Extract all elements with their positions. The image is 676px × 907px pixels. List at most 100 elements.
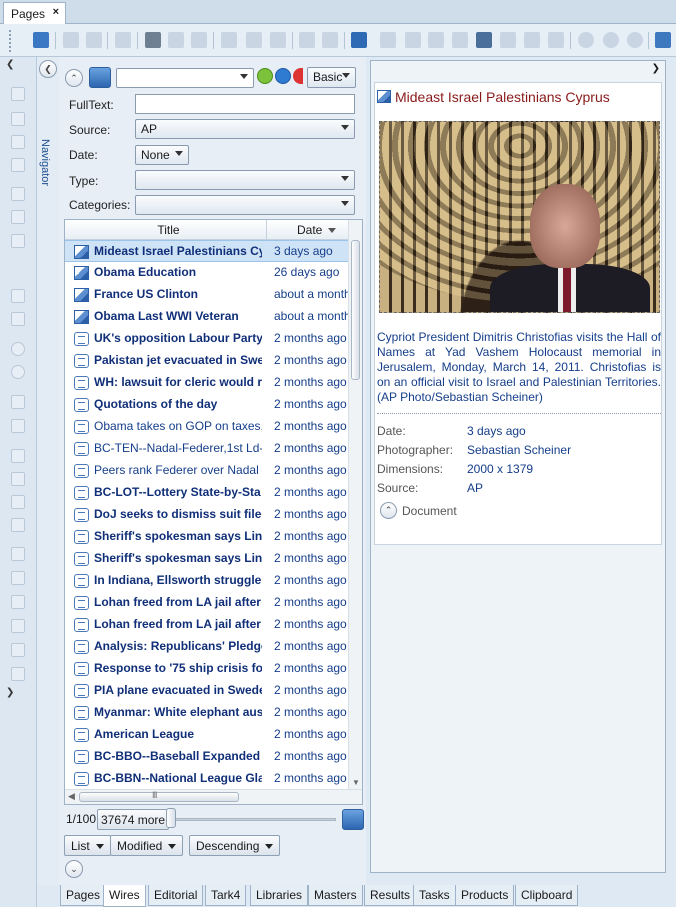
toolbar-grip[interactable]: [9, 30, 12, 52]
link-icon[interactable]: [11, 289, 25, 303]
table-row[interactable]: BC-TEN--Nadal-Federer,1st Ld-W 2 months a…: [65, 438, 349, 460]
word-icon[interactable]: [11, 495, 25, 509]
tab-tasks[interactable]: Tasks: [413, 885, 456, 906]
italic-a-icon[interactable]: [11, 472, 25, 486]
table-row[interactable]: WH: lawsuit for cleric would re 2 months …: [65, 372, 349, 394]
refresh-icon[interactable]: [428, 32, 444, 48]
sort-field-select[interactable]: Modified: [110, 835, 184, 856]
print-preview-icon[interactable]: [168, 32, 184, 48]
preview-photo[interactable]: [379, 121, 660, 313]
table-row[interactable]: Sheriff's spokesman says Linds 2 months a…: [65, 548, 349, 570]
publish-icon[interactable]: [603, 32, 619, 48]
tab-tark4[interactable]: Tark4: [205, 885, 247, 906]
clock-icon[interactable]: [578, 32, 594, 48]
navigator-label[interactable]: Navigator: [39, 139, 51, 186]
zoom-in-icon[interactable]: [11, 342, 25, 356]
scroll-down-icon[interactable]: ▼: [352, 778, 360, 787]
spellcheck-icon[interactable]: [191, 32, 207, 48]
tab-libraries[interactable]: Libraries: [250, 885, 309, 906]
layers-icon[interactable]: [11, 667, 25, 681]
table-row[interactable]: Obama Education 26 days ago: [65, 262, 349, 284]
table-row[interactable]: Pakistan jet evacuated in Swed 2 months a…: [65, 350, 349, 372]
binoculars-icon[interactable]: [380, 32, 396, 48]
table-row[interactable]: Mideast Israel Palestinians Cyprus 3 days…: [65, 240, 349, 262]
table-rows-icon[interactable]: [11, 571, 25, 585]
table-row[interactable]: France US Clinton about a month ago: [65, 284, 349, 306]
tab-clipboard[interactable]: Clipboard: [515, 885, 579, 906]
table-row[interactable]: PIA plane evacuated in Swede 2 months ago: [65, 680, 349, 702]
redo-icon[interactable]: [322, 32, 338, 48]
search-mode-select[interactable]: Basic: [307, 67, 356, 88]
table-row[interactable]: Myanmar: White elephant ausp 2 months ago: [65, 702, 349, 724]
refresh-search-icon[interactable]: [89, 67, 111, 88]
tab-results[interactable]: Results: [364, 885, 417, 906]
grid-icon[interactable]: [11, 619, 25, 633]
sort-order-select[interactable]: Descending: [189, 835, 281, 856]
table-row[interactable]: Obama Last WWI Veteran about a month ago: [65, 306, 349, 328]
table-row[interactable]: Analysis: Republicans' Pledge c 2 months …: [65, 636, 349, 658]
save-icon[interactable]: [63, 32, 79, 48]
type-select[interactable]: [135, 170, 355, 190]
check-icon[interactable]: [257, 68, 273, 84]
results-slider-thumb[interactable]: [166, 808, 176, 828]
expand-options-button[interactable]: ⌄: [65, 860, 83, 878]
close-icon[interactable]: ×: [53, 6, 59, 18]
vertical-line-icon[interactable]: [11, 419, 25, 433]
view-mode-select[interactable]: List: [64, 835, 111, 856]
chevron-right-icon[interactable]: ❯: [6, 687, 14, 698]
vertical-scroll-thumb[interactable]: [351, 240, 360, 380]
properties-icon[interactable]: [476, 32, 492, 48]
expand-document-icon[interactable]: ⌃: [380, 502, 397, 519]
table-row[interactable]: Response to '75 ship crisis focu 2 months…: [65, 658, 349, 680]
table-row[interactable]: Quotations of the day 2 months ago: [65, 394, 349, 416]
categories-select[interactable]: [135, 195, 355, 215]
print-icon[interactable]: [145, 32, 161, 48]
copy-icon[interactable]: [246, 32, 262, 48]
chevron-right-icon[interactable]: ❯: [652, 63, 660, 74]
delete-icon[interactable]: [115, 32, 131, 48]
table-icon[interactable]: [11, 547, 25, 561]
collapse-navigator-button[interactable]: ❮: [39, 60, 57, 78]
table-row[interactable]: DoJ seeks to dismiss suit filed 2 months …: [65, 504, 349, 526]
select-icon[interactable]: [11, 112, 25, 126]
horizontal-scrollbar[interactable]: ◀ III: [65, 789, 362, 804]
pointer-icon[interactable]: [11, 87, 25, 101]
table-row[interactable]: Sheriff's spokesman says Linds 2 months a…: [65, 526, 349, 548]
save-all-icon[interactable]: [86, 32, 102, 48]
paste-icon[interactable]: [270, 32, 286, 48]
source-select[interactable]: AP: [135, 119, 355, 139]
crop-icon[interactable]: [11, 158, 25, 172]
open-folder-icon[interactable]: [33, 32, 49, 48]
table-row[interactable]: In Indiana, Ellsworth struggles 2 months …: [65, 570, 349, 592]
list-icon[interactable]: [11, 518, 25, 532]
page-icon[interactable]: [500, 32, 516, 48]
table-row[interactable]: American League 2 months ago: [65, 724, 349, 746]
tab-products[interactable]: Products: [455, 885, 515, 906]
web-icon[interactable]: [627, 32, 643, 48]
chevron-left-icon[interactable]: ❮: [6, 59, 14, 70]
saved-query-select[interactable]: [116, 68, 254, 88]
document-section-label[interactable]: Document: [402, 504, 457, 518]
layout-icon[interactable]: [452, 32, 468, 48]
undo-icon[interactable]: [299, 32, 315, 48]
zoom-out-icon[interactable]: [11, 365, 25, 379]
add-icon[interactable]: [275, 68, 291, 84]
horizontal-line-icon[interactable]: [11, 395, 25, 409]
tab-pages-document[interactable]: Pages ×: [3, 2, 66, 24]
collapse-search-button[interactable]: ⌃: [65, 69, 83, 87]
table-row[interactable]: Lohan freed from LA jail after 2 months a…: [65, 592, 349, 614]
table-row[interactable]: Lohan freed from LA jail after 2 months a…: [65, 614, 349, 636]
table-row[interactable]: Obama takes on GOP on taxes, e 2 months a…: [65, 416, 349, 438]
export-icon[interactable]: [655, 32, 671, 48]
note-icon[interactable]: [11, 449, 25, 463]
text-frame-icon[interactable]: [11, 187, 25, 201]
table-row[interactable]: BC-BBN--National League Glan 2 months ago: [65, 768, 349, 790]
globe-icon[interactable]: [405, 32, 421, 48]
table-columns-icon[interactable]: [11, 595, 25, 609]
form-icon[interactable]: [11, 643, 25, 657]
more-results-button[interactable]: 37674 more: [97, 809, 170, 830]
picture-frame-icon[interactable]: [11, 234, 25, 248]
table-row[interactable]: Peers rank Federer over Nadal de 2 months…: [65, 460, 349, 482]
blank-page-icon[interactable]: [524, 32, 540, 48]
table-row[interactable]: UK's opposition Labour Party a 2 months a…: [65, 328, 349, 350]
